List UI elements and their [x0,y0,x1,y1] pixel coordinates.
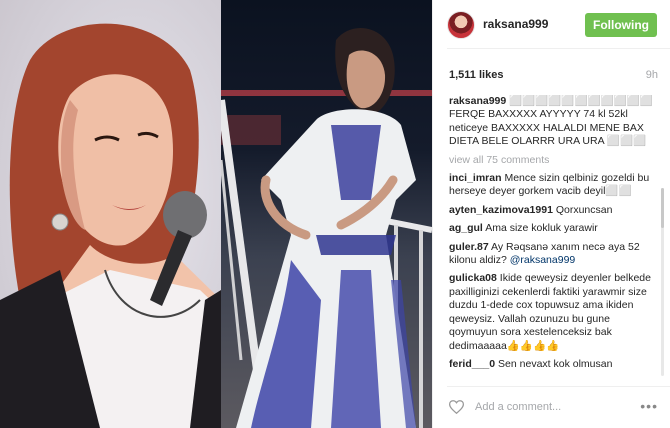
header-divider [447,48,670,49]
comment-text: Qorxuncsan [555,203,613,216]
photo-right-half [221,0,432,428]
comment-mention-link[interactable]: @raksana999 [510,254,576,266]
comment-item: ferid___0 Sen nevaxt kok olmusan [449,358,661,371]
more-options-icon[interactable]: ••• [640,399,658,413]
view-all-comments-link[interactable]: view all 75 comments [449,154,661,167]
comment-item: ag_gul Ama size kokluk yarawir [449,222,661,235]
post-footer: ••• [433,386,670,428]
comment-text: Ama size kokluk yarawir [485,222,598,235]
comment-username[interactable]: gulicka08 [449,272,497,284]
comment-text: Sen nevaxt kok olmusan [498,357,613,370]
heart-icon[interactable] [449,400,464,414]
comments-list[interactable]: raksana999 ⬜⬜⬜⬜⬜⬜⬜⬜⬜⬜⬜ FERQE BAXXXXX AYY… [449,95,661,382]
comment-username[interactable]: ag_gul [449,222,483,234]
post-username[interactable]: raksana999 [483,17,548,31]
comment-username[interactable]: guler.87 [449,241,489,253]
comment-username[interactable]: ferid___0 [449,358,495,370]
photo-left-half [0,0,221,428]
comment-username[interactable]: inci_imran [449,172,502,184]
post-photo[interactable] [0,0,432,428]
post-header: raksana999 Following [433,0,670,48]
following-button[interactable]: Following [585,13,657,37]
comment-item: inci_imran Mence sizin qelbiniz gozeldi … [449,172,661,199]
photo-left-illustration [0,23,221,428]
post-timestamp[interactable]: 9h [646,69,658,81]
comment-item: gulicka08 Ikide qeweysiz deyenler belked… [449,272,661,352]
caption-username[interactable]: raksana999 [449,95,506,107]
photo-right-illustration [221,28,432,428]
comments-scrollbar[interactable] [661,188,664,376]
scrollbar-thumb[interactable] [661,188,664,228]
avatar[interactable] [447,11,475,39]
caption: raksana999 ⬜⬜⬜⬜⬜⬜⬜⬜⬜⬜⬜ FERQE BAXXXXX AYY… [449,95,661,149]
add-comment-input[interactable] [475,399,625,415]
likes-count[interactable]: 1,511 likes [449,69,503,81]
comment-item: ayten_kazimova1991 Qorxuncsan [449,204,661,217]
comment-item: guler.87 Ay Rəqsanə xanım necə aya 52 ki… [449,241,661,268]
post-side-panel: raksana999 Following 1,511 likes 9h raks… [433,0,670,428]
comment-username[interactable]: ayten_kazimova1991 [449,204,553,216]
